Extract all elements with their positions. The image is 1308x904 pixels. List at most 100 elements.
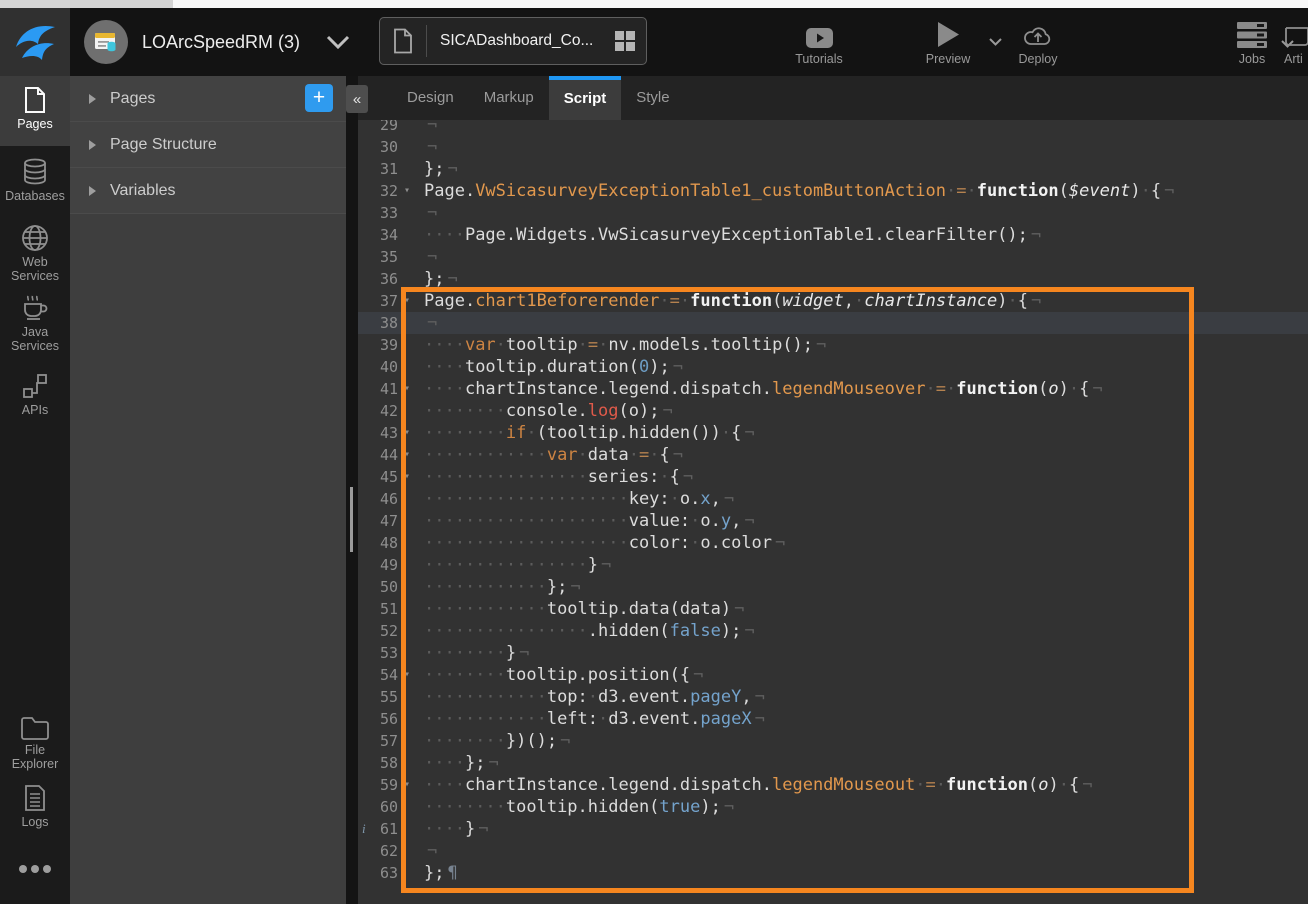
code-text: ············var·data·=·{¬ [424,444,683,466]
action-artifacts[interactable]: Arti [1284,20,1308,66]
code-editor[interactable]: 29¬30¬31};¬32▾Page.VwSicasurveyException… [358,120,1308,904]
code-line-47[interactable]: 47····················value:·o.y,¬ [358,510,1308,532]
sidebar-item-databases[interactable]: Databases [0,158,70,203]
fold-arrow-icon[interactable]: ▾ [404,378,410,400]
sidebar-item-logs[interactable]: Logs [0,784,70,829]
code-line-50[interactable]: 50············};¬ [358,576,1308,598]
fold-arrow-icon[interactable]: ▾ [404,290,410,312]
project-switcher[interactable]: LOArcSpeedRM (3) [84,8,350,76]
code-text: Page.VwSicasurveyExceptionTable1_customB… [424,180,1174,202]
code-line-60[interactable]: 60········tooltip.hidden(true);¬ [358,796,1308,818]
code-line-34[interactable]: 34····Page.Widgets.VwSicasurveyException… [358,224,1308,246]
code-text: ····················value:·o.y,¬ [424,510,755,532]
scrollbar-thumb[interactable] [350,487,353,552]
code-line-36[interactable]: 36};¬ [358,268,1308,290]
panel-section-page-structure[interactable]: Page Structure [70,122,346,168]
line-number: 41 [358,378,398,400]
line-number: 29 [358,120,398,136]
code-text: ················series:·{¬ [424,466,693,488]
code-text: };¬ [424,158,458,180]
app-header: LOArcSpeedRM (3) SICADashboard_Co... Tut… [0,8,1308,76]
expand-arrow-icon[interactable] [89,94,96,104]
code-line-49[interactable]: 49 ················}¬ [358,554,1308,576]
line-number: 59 [358,774,398,796]
action-jobs[interactable]: Jobs [1226,20,1278,66]
line-number: 36 [358,268,398,290]
more-dots-icon [0,864,70,874]
action-tutorials[interactable]: Tutorials [789,20,849,66]
fold-arrow-icon[interactable]: ▾ [404,664,410,686]
code-line-51[interactable]: 51············tooltip.data(data)¬ [358,598,1308,620]
code-line-33[interactable]: 33¬ [358,202,1308,224]
wavemaker-logo[interactable] [0,8,70,76]
code-line-58[interactable]: 58····};¬ [358,752,1308,774]
code-line-56[interactable]: 56············left:·d3.event.pageX¬ [358,708,1308,730]
code-line-61[interactable]: i61····}¬ [358,818,1308,840]
code-line-46[interactable]: 46····················key:·o.x,¬ [358,488,1308,510]
code-text: ············};¬ [424,576,581,598]
code-line-37[interactable]: 37▾Page.chart1Beforerender·=·function(wi… [358,290,1308,312]
code-line-31[interactable]: 31};¬ [358,158,1308,180]
code-line-41[interactable]: 41▾····chartInstance.legend.dispatch.leg… [358,378,1308,400]
line-number: 40 [358,356,398,378]
line-number: 60 [358,796,398,818]
code-line-30[interactable]: 30¬ [358,136,1308,158]
tab-script[interactable]: Script [549,76,622,120]
fold-arrow-icon[interactable]: ▾ [404,422,410,444]
code-line-52[interactable]: 52················.hidden(false);¬ [358,620,1308,642]
line-number: 46 [358,488,398,510]
page-doc-icon [380,25,427,57]
code-line-32[interactable]: 32▾Page.VwSicasurveyExceptionTable1_cust… [358,180,1308,202]
code-line-29[interactable]: 29¬ [358,120,1308,136]
tab-style[interactable]: Style [621,76,684,120]
fold-arrow-icon[interactable]: ▾ [404,444,410,466]
sidebar-item-web-services[interactable]: Web Services [0,224,70,283]
expand-arrow-icon[interactable] [89,186,96,196]
line-number: 45 [358,466,398,488]
line-number: 49 [358,554,398,576]
code-line-63[interactable]: 63};¶ [358,862,1308,884]
page-tab[interactable]: SICADashboard_Co... [379,17,647,65]
chevron-down-icon[interactable] [989,38,1002,46]
panel-editor-divider [346,76,358,904]
action-preview[interactable]: Preview [908,20,988,66]
sidebar-item-file-explorer[interactable]: File Explorer [0,714,70,771]
code-line-54[interactable]: 54▾········tooltip.position({¬ [358,664,1308,686]
dashboard-grid-icon[interactable] [604,30,646,52]
sidebar-item-java-services[interactable]: Java Services [0,294,70,353]
code-line-43[interactable]: 43▾········if·(tooltip.hidden())·{¬ [358,422,1308,444]
sidebar-item-pages[interactable]: Pages [0,86,70,131]
code-line-59[interactable]: 59▾····chartInstance.legend.dispatch.leg… [358,774,1308,796]
code-line-39[interactable]: 39····var·tooltip·=·nv.models.tooltip();… [358,334,1308,356]
sidebar-item-apis[interactable]: APIs [0,372,70,417]
expand-arrow-icon[interactable] [89,140,96,150]
action-deploy[interactable]: Deploy [1006,20,1070,66]
code-line-38[interactable]: 38¬ [358,312,1308,334]
action-label: Arti [1284,52,1308,66]
code-text: ············left:·d3.event.pageX¬ [424,708,765,730]
panel-section-variables[interactable]: Variables [70,168,346,214]
tab-design[interactable]: Design [392,76,469,120]
code-text: ················}¬ [424,554,611,576]
code-text: ¬ [424,136,437,158]
fold-arrow-icon[interactable]: ▾ [404,466,410,488]
sidebar-item-more[interactable] [0,864,70,874]
tab-markup[interactable]: Markup [469,76,549,120]
code-line-53[interactable]: 53········}¬ [358,642,1308,664]
code-line-42[interactable]: 42········console.log(o);¬ [358,400,1308,422]
code-line-35[interactable]: 35¬ [358,246,1308,268]
code-line-44[interactable]: 44▾············var·data·=·{¬ [358,444,1308,466]
fold-arrow-icon[interactable]: ▾ [404,180,410,202]
fold-arrow-icon[interactable]: ▾ [404,774,410,796]
code-line-45[interactable]: 45 ▾ ················series:·{¬ [358,466,1308,488]
panel-section-pages[interactable]: Pages + [70,76,346,122]
line-number: 52 [358,620,398,642]
code-line-57[interactable]: 57········})();¬ [358,730,1308,752]
editor-region: Design Markup Script Style 29¬30¬31};¬32… [358,76,1308,904]
code-line-48[interactable]: 48····················color:·o.color¬ [358,532,1308,554]
code-line-62[interactable]: 62¬ [358,840,1308,862]
add-page-button[interactable]: + [305,84,333,112]
code-line-40[interactable]: 40····tooltip.duration(0);¬ [358,356,1308,378]
panel-collapse-button[interactable]: « [346,85,368,113]
code-line-55[interactable]: 55············top:·d3.event.pageY,¬ [358,686,1308,708]
